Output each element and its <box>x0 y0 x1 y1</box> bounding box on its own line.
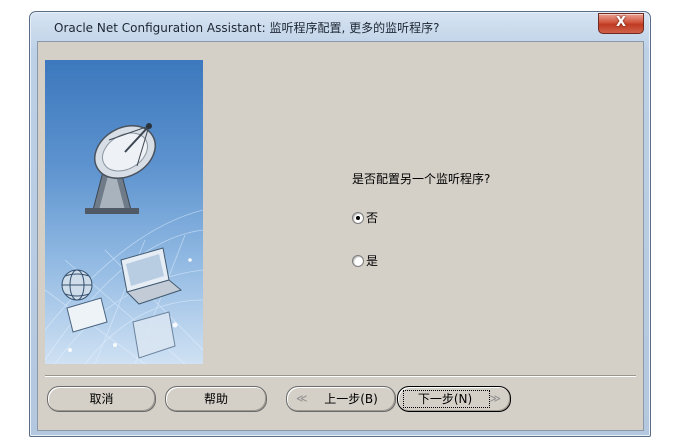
radio-no-label: 否 <box>366 211 379 225</box>
next-button-label: 下一步(N) <box>417 392 473 406</box>
dialog-body: 是否配置另一个监听程序? 否 是 取消 帮助 ≪ 上一步(B) 下一步(N) ≫ <box>37 41 644 431</box>
radio-option-no[interactable]: 否 <box>352 209 378 225</box>
close-button[interactable]: X <box>598 13 644 34</box>
radio-yes-button[interactable] <box>352 254 364 267</box>
close-icon: X <box>615 15 627 30</box>
help-button-label: 帮助 <box>203 392 228 406</box>
cancel-button-label: 取消 <box>89 392 114 406</box>
title-bar[interactable]: Oracle Net Configuration Assistant: 监听程序… <box>30 12 650 38</box>
satellite-dish-icon <box>85 123 156 214</box>
radio-option-yes[interactable]: 是 <box>352 252 378 268</box>
help-button[interactable]: 帮助 <box>165 386 267 412</box>
next-button[interactable]: 下一步(N) ≫ <box>397 386 511 412</box>
window-title: Oracle Net Configuration Assistant: 监听程序… <box>54 21 440 35</box>
back-button-label: 上一步(B) <box>324 392 378 406</box>
wizard-window: Oracle Net Configuration Assistant: 监听程序… <box>29 11 651 437</box>
radio-yes-label: 是 <box>366 254 379 268</box>
back-button[interactable]: ≪ 上一步(B) <box>286 386 396 412</box>
radio-no-button[interactable] <box>352 211 364 224</box>
question-label: 是否配置另一个监听程序? <box>352 172 491 186</box>
back-arrow-icon: ≪ <box>296 392 308 405</box>
divider <box>45 375 636 377</box>
globe-icon <box>61 269 93 301</box>
cancel-button[interactable]: 取消 <box>47 386 156 412</box>
satellite-illustration <box>45 60 203 364</box>
next-arrow-icon: ≫ <box>489 392 501 405</box>
